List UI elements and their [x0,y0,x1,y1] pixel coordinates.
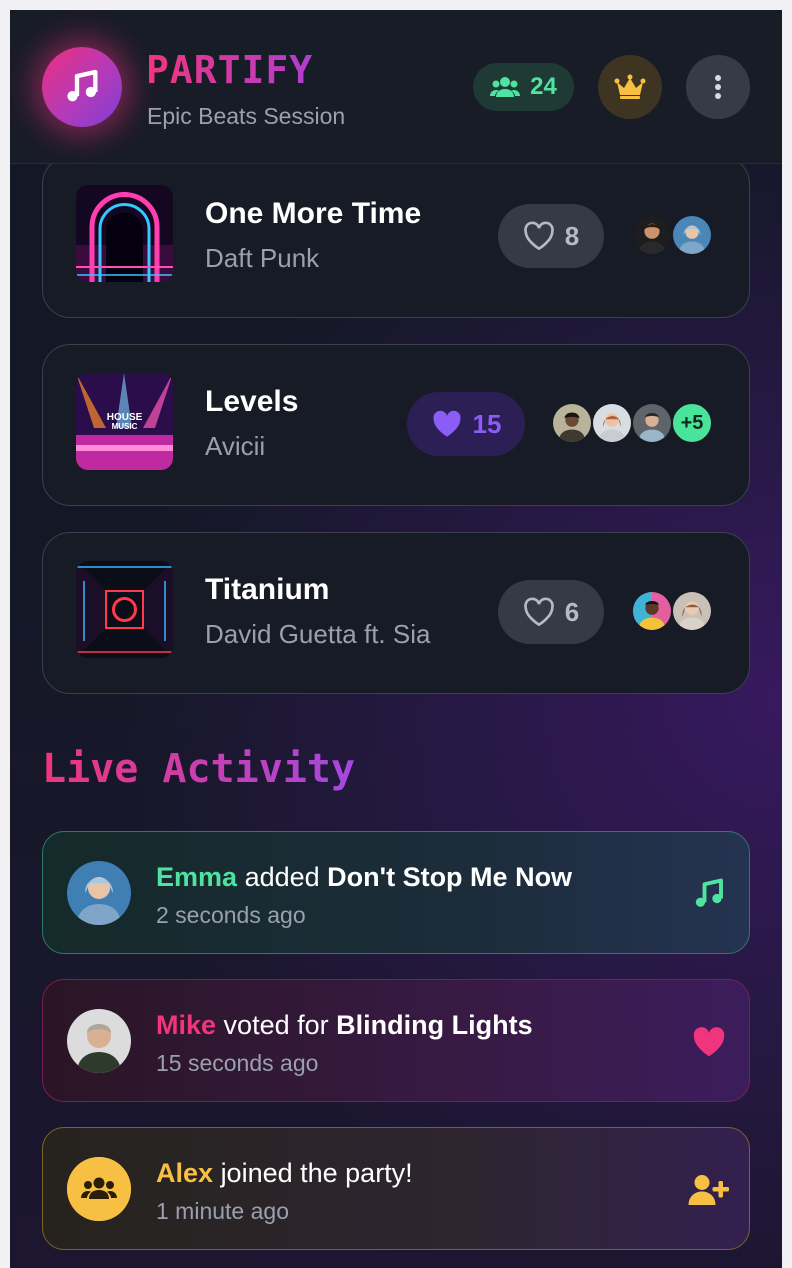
avatar [67,1009,131,1073]
app-name: PARTIFY [146,48,314,92]
activity-item[interactable]: Mike voted for Blinding Lights 15 second… [42,979,750,1102]
queue-song-card[interactable]: One More Time Daft Punk 8 [42,156,750,318]
album-art [76,561,173,658]
heart-outline-icon [523,221,554,251]
avatar [671,590,713,632]
avatar [67,861,131,925]
music-note-icon [691,876,727,912]
guest-count-badge[interactable]: 24 [473,63,574,111]
more-voters-badge[interactable]: +5 [671,402,713,444]
heart-outline-icon [523,597,554,627]
vote-button[interactable]: 6 [498,580,604,644]
song-title: One More Time [205,197,422,230]
app-header: PARTIFY Epic Beats Session 24 [10,10,782,164]
activity-user[interactable]: Emma [156,862,237,892]
avatar [591,402,633,444]
queue-song-card[interactable]: HOUSE MUSIC Levels Avicii 15 +5 [42,344,750,506]
song-artist: Daft Punk [205,243,320,273]
session-name: Epic Beats Session [147,103,346,129]
activity-user[interactable]: Alex [156,1158,213,1188]
album-art [76,185,173,282]
activity-time: 15 seconds ago [156,1050,319,1076]
vote-button[interactable]: 15 [407,392,525,456]
host-crown-button[interactable] [598,55,662,119]
app-logo [42,47,122,127]
live-activity-title: Live Activity [42,746,356,792]
song-title: Titanium [205,573,330,606]
guest-count: 24 [530,73,557,100]
app-screen: PARTIFY Epic Beats Session 24 One More T… [10,10,782,1268]
users-icon [490,77,521,97]
activity-text: Alex joined the party! [156,1158,413,1189]
song-artist: David Guetta ft. Sia [205,619,431,649]
activity-user[interactable]: Mike [156,1010,216,1040]
avatar [631,214,673,256]
song-title: Levels [205,385,299,418]
heart-icon [691,1024,727,1060]
svg-text:MUSIC: MUSIC [112,422,138,431]
avatar [631,590,673,632]
activity-item[interactable]: Emma added Don't Stop Me Now 2 seconds a… [42,831,750,954]
activity-text: Emma added Don't Stop Me Now [156,862,572,893]
heart-icon [432,410,461,437]
music-note-icon [67,69,98,102]
vote-count: 8 [564,220,580,251]
avatar [631,402,673,444]
song-artist: Avicii [205,431,266,461]
activity-action: joined the party! [220,1158,413,1188]
activity-time: 2 seconds ago [156,902,306,928]
voter-avatars [631,590,713,632]
activity-text: Mike voted for Blinding Lights [156,1010,533,1041]
avatar [551,402,593,444]
more-vertical-icon [715,75,721,99]
crown-icon [614,74,646,99]
activity-time: 1 minute ago [156,1198,289,1224]
vote-count: 15 [472,408,502,439]
activity-action: voted for [223,1010,329,1040]
voter-avatars: +5 [551,402,713,444]
group-avatar [67,1157,131,1221]
activity-item[interactable]: Alex joined the party! 1 minute ago [42,1127,750,1250]
more-options-button[interactable] [686,55,750,119]
users-icon [67,1157,131,1221]
avatar [671,214,713,256]
album-art: HOUSE MUSIC [76,373,173,470]
activity-target[interactable]: Don't Stop Me Now [327,862,572,892]
vote-button[interactable]: 8 [498,204,604,268]
activity-action: added [244,862,320,892]
queue-song-card[interactable]: Titanium David Guetta ft. Sia 6 [42,532,750,694]
activity-target[interactable]: Blinding Lights [336,1010,532,1040]
voter-avatars [631,214,713,256]
vote-count: 6 [564,596,580,627]
user-plus-icon [687,1172,729,1208]
